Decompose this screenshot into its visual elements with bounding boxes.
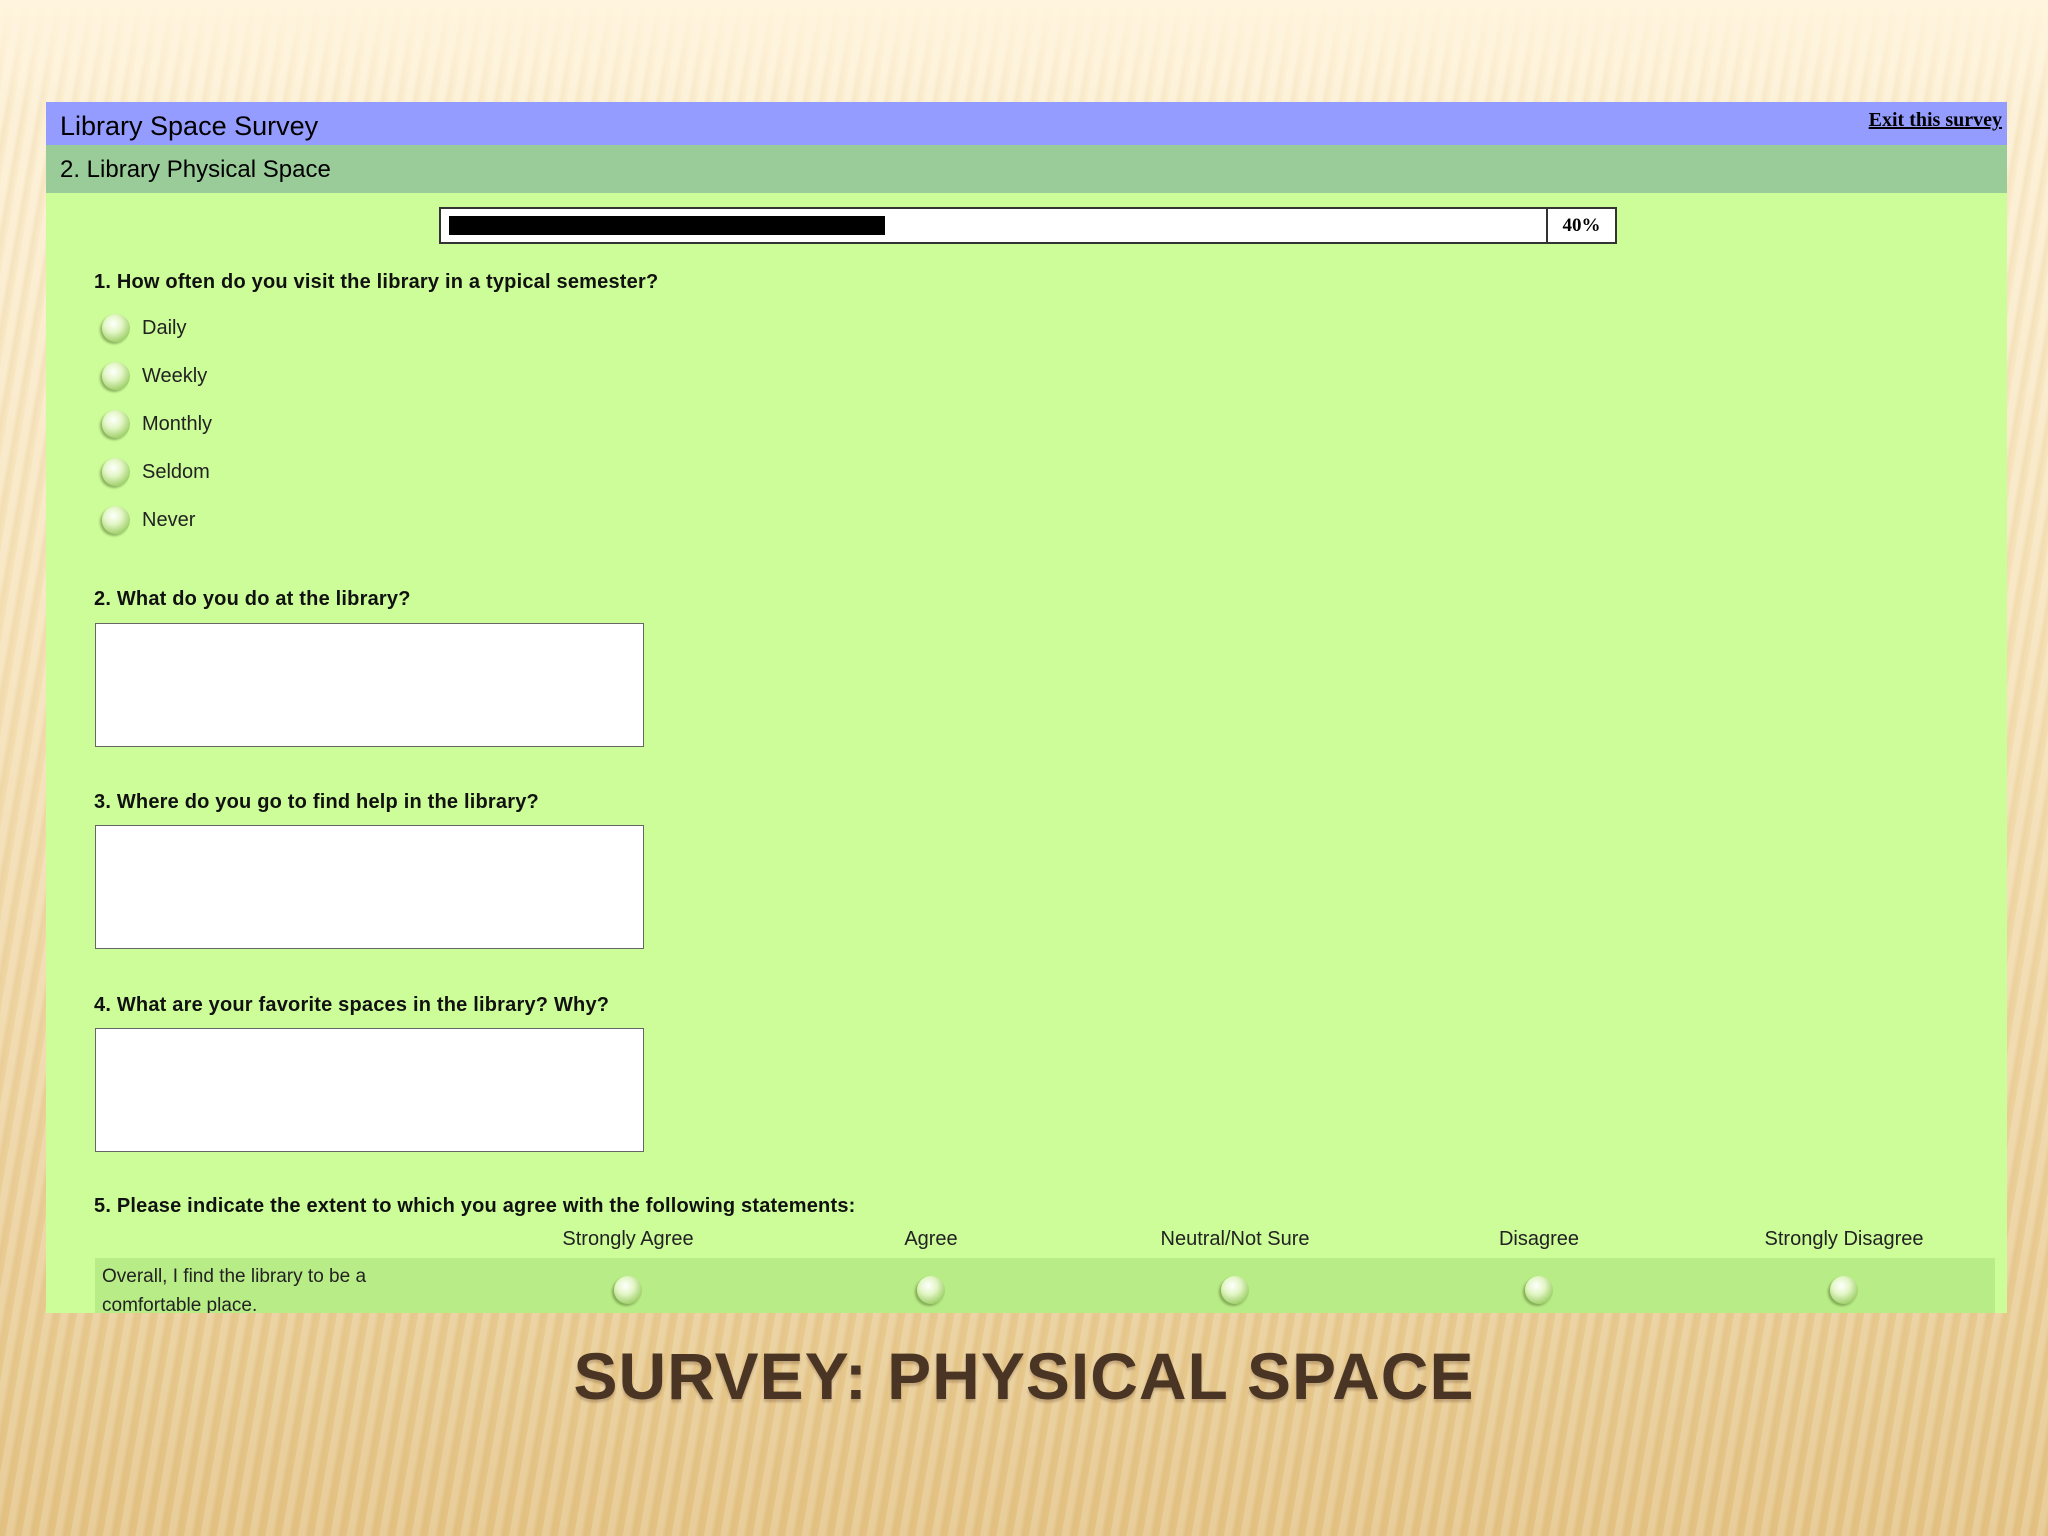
option-label: Never — [142, 508, 196, 531]
option-daily[interactable]: Daily — [102, 311, 186, 345]
exit-survey-link[interactable]: Exit this survey — [1869, 109, 2002, 132]
radio-agree[interactable] — [917, 1276, 945, 1304]
option-seldom[interactable]: Seldom — [102, 455, 210, 489]
question-2-textarea[interactable] — [95, 623, 644, 747]
option-label: Weekly — [142, 364, 208, 387]
option-label: Daily — [142, 316, 187, 339]
section-title: 2. Library Physical Space — [60, 156, 331, 183]
matrix-column-disagree: Disagree — [1498, 1228, 1580, 1250]
survey-panel: Library Space Survey Exit this survey 2.… — [46, 102, 2007, 1313]
matrix-column-strongly-agree: Strongly Agree — [562, 1228, 694, 1250]
option-label: Seldom — [142, 460, 210, 483]
matrix-column-agree: Agree — [904, 1228, 958, 1250]
background-glow — [0, 0, 2048, 110]
radio-strongly-agree[interactable] — [614, 1276, 642, 1304]
question-3-text: 3. Where do you go to find help in the l… — [94, 791, 539, 813]
option-label: Monthly — [142, 412, 213, 435]
radio-strongly-disagree[interactable] — [1830, 1276, 1858, 1304]
radio-neutral[interactable] — [1221, 1276, 1249, 1304]
question-1-text: 1. How often do you visit the library in… — [94, 271, 659, 293]
matrix-row-comfortable: Overall, I find the library to be a comf… — [95, 1258, 1995, 1313]
radio-never[interactable] — [102, 506, 130, 534]
survey-title: Library Space Survey — [60, 111, 319, 141]
progress-percent: 40% — [1562, 215, 1601, 236]
radio-disagree[interactable] — [1525, 1276, 1553, 1304]
matrix-row-label: Overall, I find the library to be a comf… — [102, 1266, 367, 1313]
survey-header: Library Space Survey Exit this survey — [46, 102, 2007, 145]
slide-title: SURVEY: PHYSICAL SPACE — [573, 1339, 1475, 1413]
section-header: 2. Library Physical Space — [46, 145, 2007, 193]
question-4-text: 4. What are your favorite spaces in the … — [94, 994, 610, 1016]
option-weekly[interactable]: Weekly — [102, 359, 207, 393]
progress-track — [449, 216, 1539, 235]
question-5-text: 5. Please indicate the extent to which y… — [94, 1195, 856, 1217]
matrix-column-neutral: Neutral/Not Sure — [1160, 1228, 1310, 1250]
radio-seldom[interactable] — [102, 458, 130, 486]
radio-daily[interactable] — [102, 314, 130, 342]
option-monthly[interactable]: Monthly — [102, 407, 212, 441]
question-2-text: 2. What do you do at the library? — [94, 588, 411, 610]
question-4-textarea[interactable] — [95, 1028, 644, 1152]
radio-monthly[interactable] — [102, 410, 130, 438]
progress-fill — [449, 216, 885, 235]
radio-weekly[interactable] — [102, 362, 130, 390]
option-never[interactable]: Never — [102, 503, 195, 537]
matrix-column-strongly-disagree: Strongly Disagree — [1764, 1228, 1924, 1250]
question-3-textarea[interactable] — [95, 825, 644, 949]
progress-bar: 40% — [439, 207, 1617, 244]
